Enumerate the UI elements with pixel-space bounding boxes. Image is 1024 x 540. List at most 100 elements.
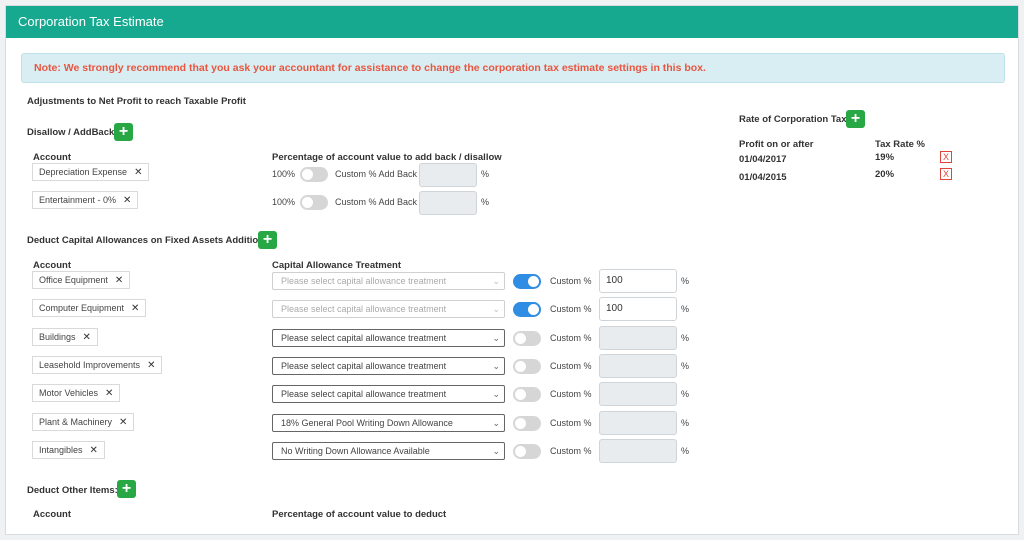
custom-percent-input[interactable] [599,411,677,435]
capital-treatment-select[interactable]: Please select capital allowance treatmen… [272,300,505,318]
remove-icon[interactable]: ✕ [147,360,155,371]
panel-title: Corporation Tax Estimate [6,6,1018,38]
adjustments-heading: Adjustments to Net Profit to reach Taxab… [27,96,246,107]
remove-icon[interactable]: ✕ [83,332,91,343]
rate-value: 20% [875,169,895,180]
percent-unit: % [681,276,690,286]
add-disallow-button[interactable]: + [114,123,133,141]
capital-account-tag: Buildings ✕ [32,328,98,346]
custom-percent-input[interactable]: 100 [599,297,677,321]
custom-percent-input[interactable] [599,439,677,463]
chevron-down-icon: ⌄ [492,389,500,399]
capital-account-tag: Leasehold Improvements ✕ [32,356,163,374]
capital-treatment-select[interactable]: 18% General Pool Writing Down Allowance ⌄ [272,414,505,432]
capital-account-tag: Motor Vehicles ✕ [32,384,121,402]
custom-percent-label: Custom % [550,304,592,314]
custom-percent-input[interactable] [599,326,677,350]
capital-col-account: Account [33,260,71,271]
remove-icon[interactable]: ✕ [115,275,123,286]
capital-account-tag: Intangibles ✕ [32,441,105,459]
rate-heading: Rate of Corporation Tax: [739,114,850,125]
capital-account-tag: Office Equipment ✕ [32,271,131,289]
percent-unit: % [681,418,690,428]
chevron-down-icon: ⌄ [492,418,500,428]
custom-percent-toggle[interactable] [513,444,541,459]
capital-treatment-select[interactable]: Please select capital allowance treatmen… [272,272,505,290]
remove-icon[interactable]: ✕ [123,195,131,206]
custom-addback-label: Custom % Add Back [335,169,418,179]
custom-percent-label: Custom % [550,361,592,371]
add-other-button[interactable]: + [117,480,136,498]
plus-icon: + [121,480,132,497]
percent-unit: % [681,333,690,343]
disallow-heading: Disallow / AddBack: [27,127,118,138]
custom-percent-toggle[interactable] [513,331,541,346]
remove-icon[interactable]: ✕ [105,388,113,399]
percent-unit: % [481,197,490,207]
remove-icon[interactable]: ✕ [131,303,139,314]
remove-icon[interactable]: ✕ [90,445,98,456]
rate-col-rate: Tax Rate % [875,139,925,150]
chevron-down-icon: ⌄ [492,304,500,314]
disallow-percent: 100% [272,197,296,207]
chevron-down-icon: ⌄ [492,361,500,371]
custom-percent-label: Custom % [550,389,592,399]
remove-icon[interactable]: ✕ [119,417,127,428]
capital-heading: Deduct Capital Allowances on Fixed Asset… [27,235,273,246]
percent-unit: % [481,169,490,179]
other-heading: Deduct Other Items: [27,485,118,496]
remove-icon[interactable]: ✕ [134,167,142,178]
custom-percent-label: Custom % [550,418,592,428]
custom-percent-input[interactable] [599,382,677,406]
capital-account-tag: Computer Equipment ✕ [32,299,147,317]
delete-rate-button[interactable]: X [940,151,952,163]
percent-unit: % [681,304,690,314]
other-col-account: Account [33,509,71,520]
plus-icon: + [262,231,273,248]
chevron-down-icon: ⌄ [492,276,500,286]
other-col-percentage: Percentage of account value to deduct [272,509,447,520]
percent-unit: % [681,361,690,371]
plus-icon: + [850,110,861,127]
custom-percent-toggle[interactable] [513,387,541,402]
custom-addback-input[interactable] [419,191,477,215]
percent-unit: % [681,389,690,399]
custom-percent-label: Custom % [550,446,592,456]
custom-addback-toggle[interactable] [300,195,328,210]
custom-percent-label: Custom % [550,276,592,286]
disallow-col-percentage: Percentage of account value to add back … [272,152,502,163]
corporation-tax-panel: Corporation Tax Estimate Note: We strong… [5,5,1019,535]
custom-percent-input[interactable] [599,354,677,378]
custom-addback-label: Custom % Add Back [335,197,418,207]
custom-addback-input[interactable] [419,163,477,187]
disallow-account-tag: Depreciation Expense ✕ [32,163,150,181]
percent-unit: % [681,446,690,456]
custom-percent-toggle[interactable] [513,416,541,431]
custom-percent-toggle[interactable] [513,274,541,289]
rate-value: 19% [875,152,895,163]
capital-col-treatment: Capital Allowance Treatment [272,260,401,271]
capital-treatment-select[interactable]: No Writing Down Allowance Available ⌄ [272,442,505,460]
custom-addback-toggle[interactable] [300,167,328,182]
disallow-account-tag: Entertainment - 0% ✕ [32,191,139,209]
capital-account-tag: Plant & Machinery ✕ [32,413,135,431]
rate-date: 01/04/2015 [739,172,787,183]
delete-rate-button[interactable]: X [940,168,952,180]
capital-treatment-select[interactable]: Please select capital allowance treatmen… [272,357,505,375]
chevron-down-icon: ⌄ [492,333,500,343]
chevron-down-icon: ⌄ [492,446,500,456]
custom-percent-input[interactable]: 100 [599,269,677,293]
warning-note: Note: We strongly recommend that you ask… [21,53,1005,83]
plus-icon: + [118,123,129,140]
add-capital-button[interactable]: + [258,231,277,249]
custom-percent-label: Custom % [550,333,592,343]
rate-date: 01/04/2017 [739,154,787,165]
rate-col-profit: Profit on or after [739,139,814,150]
add-rate-button[interactable]: + [846,110,865,128]
disallow-percent: 100% [272,169,296,179]
capital-treatment-select[interactable]: Please select capital allowance treatmen… [272,329,505,347]
capital-treatment-select[interactable]: Please select capital allowance treatmen… [272,385,505,403]
disallow-col-account: Account [33,152,71,163]
custom-percent-toggle[interactable] [513,302,541,317]
custom-percent-toggle[interactable] [513,359,541,374]
